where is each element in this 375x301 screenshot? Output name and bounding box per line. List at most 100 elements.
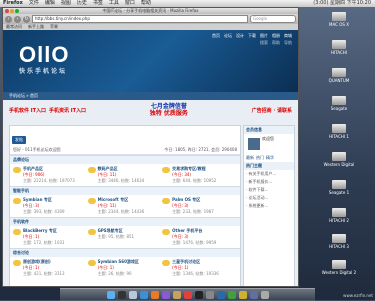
address-bar[interactable]: http://bbs.tiny.cn/index.php [32,15,248,23]
mail-icon[interactable] [128,291,137,299]
minimize-button[interactable] [10,9,14,13]
breadcrumb[interactable]: 手机论坛 » 首页 [3,92,298,100]
app-icon[interactable] [249,291,258,299]
list-item[interactable]: · 论坛活动... [244,194,294,202]
nav-album[interactable]: 相册 [272,33,280,39]
nav-shop[interactable]: 商城 [284,33,292,39]
list-item[interactable]: · 软件下载... [244,186,294,194]
forum-item[interactable]: 数码产品区 (今日: 11) 主题: 3446, 帖数: 14634 [87,166,163,184]
nav-home[interactable]: 首页 [212,33,220,39]
app-icon[interactable] [227,291,236,299]
search-input[interactable]: Google [250,15,296,23]
tab-latest[interactable]: 最新 [246,155,254,161]
list-item[interactable]: · 有关手机用户... [244,170,294,178]
drive-icon[interactable]: MAC OS X [305,12,373,27]
app-icon[interactable] [238,291,247,299]
forum-today-count: (今日: 11) [97,203,117,208]
safari-icon[interactable] [139,291,148,299]
forum-stats: 您好 - 011手机论坛欢迎您 今日: 1805, 昨日: 2721, 会员: … [10,146,240,155]
menu-file[interactable]: 文件 [29,0,39,7]
nav-forum[interactable]: 论坛 [224,33,232,39]
menu-bookmarks[interactable]: 书签 [93,0,103,7]
section-header[interactable]: 智能手机 [10,186,240,195]
section-header[interactable]: 综合讨论 [10,248,240,257]
menu-history[interactable]: 历史 [77,0,87,7]
terminal-icon[interactable] [194,291,203,299]
menu-view[interactable]: 视图 [61,0,71,7]
forum-item[interactable]: Palm OS 专区 (今日: 3) 主题: 233, 帖数: 1987 [162,197,237,215]
menu-window[interactable]: 窗口 [125,0,135,7]
section-header[interactable]: 手机软件 [10,217,240,226]
section-header[interactable]: 品牌论坛 [10,155,240,164]
forum-today-count: (今日: 34) [172,172,191,177]
nav-download[interactable]: 下载 [248,33,256,39]
site-logo[interactable]: OllO 快乐手机论坛 [19,42,69,75]
menu-tools[interactable]: 工具 [109,0,119,7]
drive-icon[interactable]: HITACHI 1 [305,124,373,139]
drive-icon[interactable]: HITACHI 3 [305,234,373,249]
drive-icon[interactable]: Seagate [305,96,373,111]
forum-folder-icon [13,167,21,173]
forum-item[interactable]: 三星手机讨论区 (今日: 1) 主题: 1346, 帖数: 19336 [162,259,237,277]
list-item[interactable]: · 系统更新... [244,202,294,210]
itunes-icon[interactable] [161,291,170,299]
forum-item[interactable]: 手机产品区 (今日: 906) 主题: 22214, 帖数: 197073 [13,166,88,184]
subnav-search[interactable]: 搜索 [260,40,268,46]
stats-text: 今日: 1805, 昨日: 2721, 会员: 290408 [164,147,237,152]
ad-left[interactable]: 手机软件 IT入口 [9,107,46,114]
reload-icon[interactable]: ↻ [23,15,30,23]
drive-icon[interactable]: Western Digital [305,152,373,167]
drive-icon[interactable]: Western Digital 2 [305,260,373,275]
nav-images[interactable]: 图片 [260,33,268,39]
forum-item[interactable]: Symbian 专区 (今日: 3) 主题: 393, 帖数: 4309 [13,197,88,215]
menu-edit[interactable]: 编辑 [45,0,55,7]
list-item[interactable]: · 新手机报价... [244,178,294,186]
ad-mid-left[interactable]: 手机资讯 IT入口 [49,107,86,114]
drive-icon[interactable]: Seagate 1 [305,180,373,195]
ad-center[interactable]: 七月金牌信誉 独特 优质服务 [89,103,249,117]
tab-digest[interactable]: 精华 [266,155,274,161]
forum-today-count: (今日: 906) [23,172,45,177]
zoom-button[interactable] [15,9,19,13]
avatar[interactable] [248,138,260,150]
app-icon[interactable] [216,291,225,299]
sidebar-list-header: 热门主题 [244,162,294,170]
forum-item[interactable]: Microsoft 专区 (今日: 11) 主题: 2344, 帖数: 14436 [87,197,163,215]
forum-row: 手机产品区 (今日: 906) 主题: 22214, 帖数: 197073 数码产品区… [10,164,240,186]
firefox-icon[interactable] [150,291,159,299]
menubar-clock[interactable]: (3:00) 星期四 下午10:20 [313,0,375,7]
forum-item[interactable]: 原创游戏(原创) (今日: 1) 主题: 421, 帖数: 3313 [13,259,88,277]
forum-folder-icon [162,229,171,235]
nav-design[interactable]: 设计 [236,33,244,39]
preferences-icon[interactable] [205,291,214,299]
ical-icon[interactable] [183,291,192,299]
forum-today-count: (今日: 1) [23,265,40,270]
logo-text: OllO [19,42,70,67]
photo-icon[interactable] [172,291,181,299]
forum-item[interactable]: GPS导航专区 主题: 95, 帖数: 851 [87,228,163,246]
drive-icon[interactable]: HITACHI 2 [305,208,373,223]
dashboard-icon[interactable] [117,291,126,299]
forum-item[interactable]: 交易求购专区/教程 (今日: 34) 主题: 644, 帖数: 10952 [162,166,237,184]
menu-app[interactable]: Firefox [3,0,23,7]
back-icon[interactable]: ‹ [5,15,12,23]
post-button[interactable]: 发帖 [12,136,26,144]
forum-item[interactable]: Other 手机平台 (今日: 3) 主题: 1476, 帖数: 9959 [162,228,237,246]
forum-item[interactable]: Symbian S60游戏区 (今日: 1) 主题: 26, 帖数: 90 [87,259,163,277]
tab-hot[interactable]: 热门 [256,155,264,161]
window-titlebar[interactable]: 中国IT论坛 - 分享手机电脑相关资讯 - Mozilla Firefox [3,8,298,14]
username[interactable]: 欢迎您 [262,136,274,141]
window-title: 中国IT论坛 - 分享手机电脑相关资讯 - Mozilla Firefox [102,8,199,13]
menu-help[interactable]: 帮助 [141,0,151,7]
finder-icon[interactable] [106,291,115,299]
drive-icon[interactable]: QUANTUM [305,68,373,83]
close-button[interactable] [5,9,9,13]
trash-icon[interactable] [260,291,269,299]
subnav-help[interactable]: 帮助 [272,40,280,46]
forum-item[interactable]: BlackBerry 专区 (今日: 1) 主题: 172, 帖数: 1031 [13,228,88,246]
drive-icon[interactable]: HITACHI [305,40,373,55]
forum-main: 发帖 您好 - 011手机论坛欢迎您 今日: 1805, 昨日: 2721, 会… [9,125,241,286]
forward-icon[interactable]: › [14,15,21,23]
subnav-guide[interactable]: 导航 [284,40,292,46]
ad-right[interactable]: 广告招商 · 请联系 [252,107,292,114]
